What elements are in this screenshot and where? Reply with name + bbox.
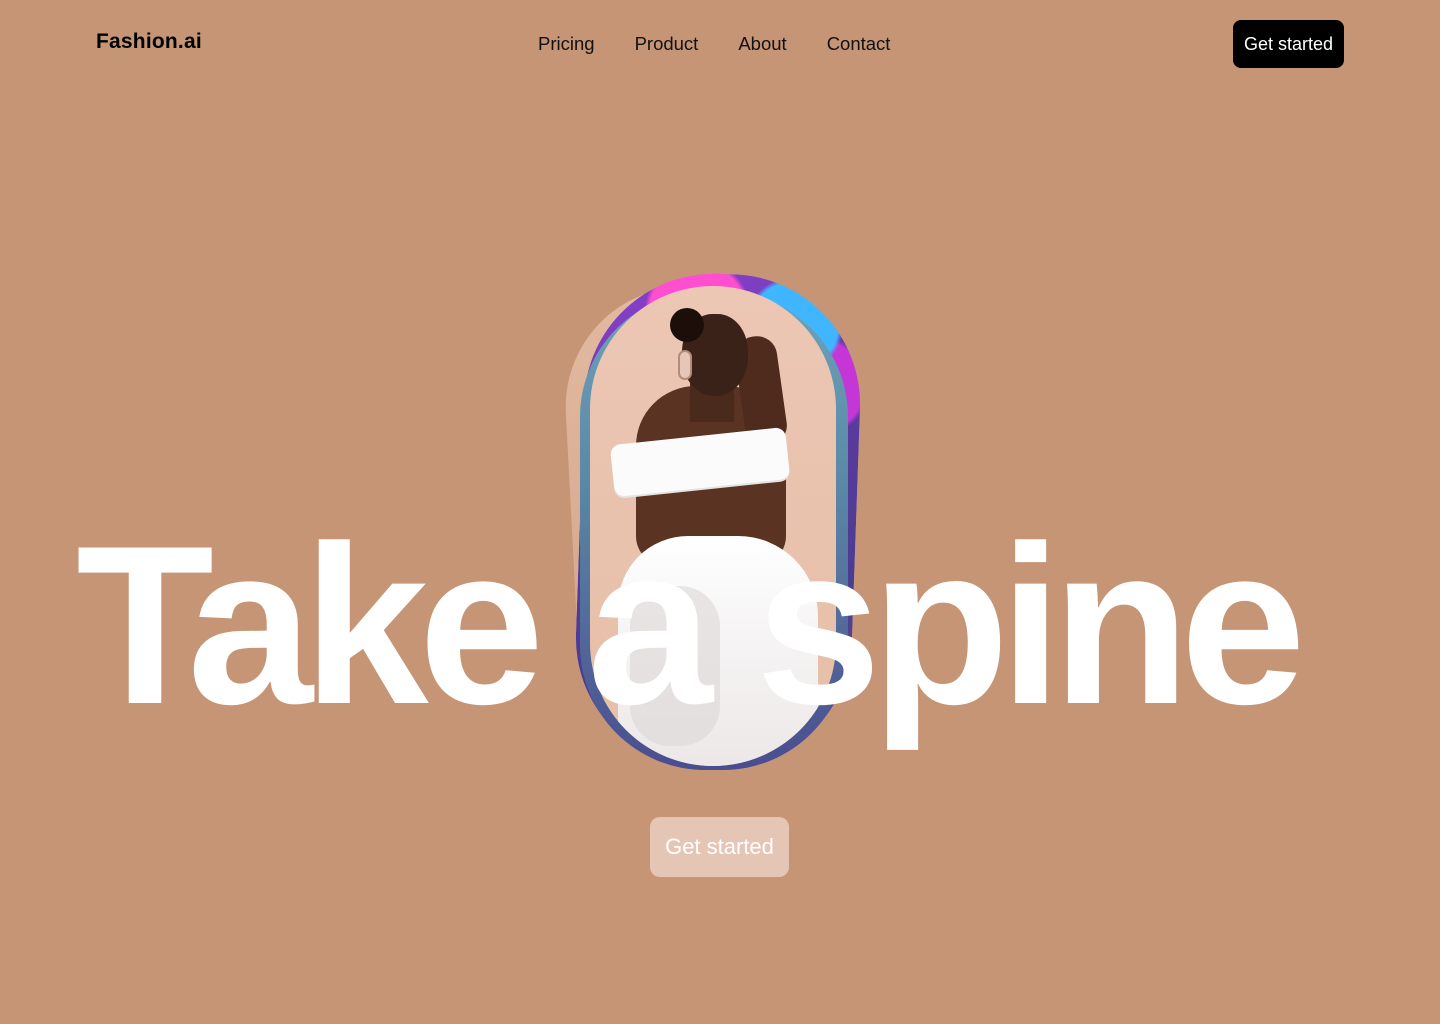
nav-item-about[interactable]: About xyxy=(738,33,786,55)
model-earring xyxy=(678,350,692,380)
brand-logo[interactable]: Fashion.ai xyxy=(96,30,202,54)
hero-get-started-button[interactable]: Get started xyxy=(650,817,789,877)
main-nav: Pricing Product About Contact xyxy=(538,33,890,55)
nav-item-product[interactable]: Product xyxy=(635,33,699,55)
model-hair-bun xyxy=(670,308,704,342)
hero-headline: Take a spine xyxy=(76,498,1306,751)
nav-item-pricing[interactable]: Pricing xyxy=(538,33,595,55)
nav-item-contact[interactable]: Contact xyxy=(827,33,891,55)
landing-page: Fashion.ai Pricing Product About Contact… xyxy=(0,0,1440,1024)
header-get-started-button[interactable]: Get started xyxy=(1233,20,1344,68)
